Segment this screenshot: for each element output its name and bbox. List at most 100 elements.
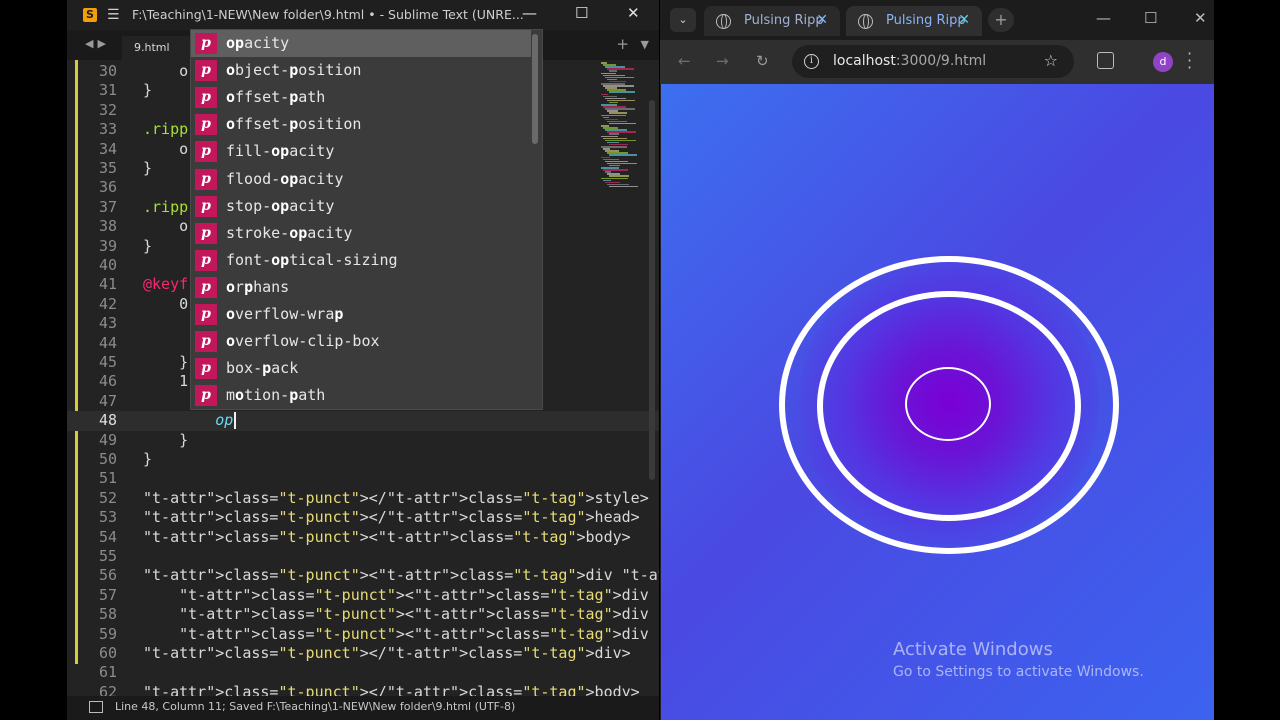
line-number: 34 xyxy=(98,139,117,158)
autocomplete-item[interactable]: p motion-path xyxy=(191,382,531,409)
forward-icon[interactable]: → xyxy=(716,52,729,70)
code-line[interactable]: 52 "t-attr">class="t-punct"></"t-attr">cl… xyxy=(67,489,659,508)
autocomplete-item[interactable]: p object-position xyxy=(191,57,531,84)
code-text: op xyxy=(143,411,237,430)
autocomplete-label: overflow-clip-box xyxy=(226,332,380,351)
extensions-icon[interactable] xyxy=(1097,52,1114,69)
autocomplete-item[interactable]: p box-pack xyxy=(191,355,531,382)
browser-tab-2[interactable]: Pulsing Ripp ✕ xyxy=(846,6,982,36)
autocomplete-item[interactable]: p offset-path xyxy=(191,84,531,111)
tab-search-icon[interactable]: ⌄ xyxy=(670,8,696,32)
browser-tabstrip: ⌄ Pulsing Ripp ✕ Pulsing Ripp ✕ + — ☐ ✕ xyxy=(660,0,1214,40)
code-line[interactable]: 59 "t-attr">class="t-punct"><"t-attr">cl… xyxy=(67,625,659,644)
bookmark-star-icon[interactable]: ☆ xyxy=(1044,51,1058,70)
maximize-icon[interactable]: ☐ xyxy=(575,4,588,22)
autocomplete-item[interactable]: p opacity xyxy=(191,30,531,57)
autocomplete-label: box-pack xyxy=(226,359,299,378)
code-line[interactable]: 49 } xyxy=(67,431,659,450)
hamburger-icon[interactable]: ☰ xyxy=(107,7,120,23)
maximize-icon[interactable]: ☐ xyxy=(1144,9,1157,27)
menu-more-icon[interactable]: · · · xyxy=(1187,46,1192,76)
minimize-icon[interactable]: — xyxy=(1096,9,1111,27)
editor-scrollbar[interactable] xyxy=(649,100,655,480)
property-kind-icon: p xyxy=(195,114,217,136)
autocomplete-item[interactable]: p orphans xyxy=(191,274,531,301)
code-line[interactable]: 55 xyxy=(67,547,659,566)
code-line[interactable]: 61 xyxy=(67,663,659,682)
minimize-icon[interactable]: — xyxy=(522,4,537,22)
autocomplete-item[interactable]: p fill-opacity xyxy=(191,138,531,165)
line-number: 58 xyxy=(98,605,117,624)
tab-dropdown-icon[interactable]: ▼ xyxy=(641,38,649,51)
property-kind-icon: p xyxy=(195,222,217,244)
code-text: } xyxy=(143,81,153,100)
autocomplete-label: opacity xyxy=(226,34,290,52)
profile-avatar[interactable]: d xyxy=(1153,52,1173,72)
code-text: "t-attr">class="t-punct"><"t-attr">class… xyxy=(143,566,659,585)
code-text: .ripp xyxy=(143,120,189,139)
code-line[interactable]: 50} xyxy=(67,450,659,469)
browser-toolbar: ← → ↻ i localhost:3000/9.html ☆ d · · · xyxy=(660,40,1214,84)
line-number: 41 xyxy=(98,275,117,294)
autocomplete-item[interactable]: p overflow-wrap xyxy=(191,301,531,328)
code-text: } xyxy=(143,159,153,177)
autocomplete-item[interactable]: p offset-position xyxy=(191,111,531,138)
back-icon[interactable]: ← xyxy=(678,52,691,70)
url-path: :3000/9.html xyxy=(895,53,987,69)
autocomplete-item[interactable]: p font-optical-sizing xyxy=(191,247,531,274)
code-text: } xyxy=(143,353,189,371)
close-icon[interactable]: ✕ xyxy=(627,4,640,22)
site-info-icon[interactable]: i xyxy=(804,54,819,69)
new-tab-icon[interactable]: + xyxy=(616,35,629,53)
line-number: 35 xyxy=(98,159,117,177)
code-line[interactable]: 60 "t-attr">class="t-punct"></"t-attr">cl… xyxy=(67,644,659,663)
line-number: 54 xyxy=(98,527,117,546)
code-line[interactable]: 54 "t-attr">class="t-punct"><"t-attr">cla… xyxy=(67,528,659,547)
autocomplete-label: offset-path xyxy=(226,88,326,107)
line-number: 55 xyxy=(98,547,117,565)
line-number: 32 xyxy=(98,100,117,119)
sublime-titlebar: S ☰ F:\Teaching\1-NEW\New folder\9.html … xyxy=(67,0,659,30)
autocomplete-item[interactable]: p stroke-opacity xyxy=(191,220,531,247)
line-number: 44 xyxy=(98,333,117,352)
property-kind-icon: p xyxy=(195,304,217,325)
close-icon[interactable]: ✕ xyxy=(1194,9,1207,27)
autocomplete-scrollbar[interactable] xyxy=(532,34,538,144)
code-text: 0 xyxy=(143,294,189,313)
tab-close-icon[interactable]: ✕ xyxy=(816,12,828,28)
code-text: 1 xyxy=(143,372,189,391)
property-kind-icon: p xyxy=(195,358,217,380)
code-line[interactable]: 58 "t-attr">class="t-punct"><"t-attr">cl… xyxy=(67,605,659,624)
activate-windows-watermark: Activate Windows Go to Settings to activ… xyxy=(893,639,1144,680)
new-tab-button[interactable]: + xyxy=(988,8,1014,32)
line-number: 42 xyxy=(98,294,117,313)
code-text: "t-attr">class="t-punct"><"t-attr">class… xyxy=(179,585,659,604)
autocomplete-item[interactable]: p stop-opacity xyxy=(191,193,531,220)
line-number: 57 xyxy=(98,585,117,604)
tab-close-icon[interactable]: ✕ xyxy=(958,12,970,28)
line-number: 48 xyxy=(98,411,117,430)
autocomplete-item[interactable]: p flood-opacity xyxy=(191,166,531,193)
tab-title: Pulsing Ripp xyxy=(886,13,966,28)
panel-toggle-icon[interactable] xyxy=(89,701,103,713)
tab-nav-arrows-icon[interactable]: ◀▶ xyxy=(85,37,110,50)
property-kind-icon: p xyxy=(195,195,217,217)
autocomplete-item[interactable]: p overflow-clip-box xyxy=(191,328,531,355)
page-viewport: Activate Windows Go to Settings to activ… xyxy=(661,84,1214,720)
address-bar[interactable]: i localhost:3000/9.html ☆ xyxy=(792,45,1074,78)
line-number: 46 xyxy=(98,372,117,391)
minimap[interactable] xyxy=(597,60,647,190)
status-bar: Line 48, Column 11; Saved F:\Teaching\1-… xyxy=(67,696,659,720)
code-line[interactable]: 57 "t-attr">class="t-punct"><"t-attr">cl… xyxy=(67,586,659,605)
line-number: 36 xyxy=(98,178,117,197)
code-line[interactable]: 51 xyxy=(67,469,659,488)
code-line[interactable]: 48 op xyxy=(67,411,659,431)
code-line[interactable]: 56 "t-attr">class="t-punct"><"t-attr">cla… xyxy=(67,566,659,585)
reload-icon[interactable]: ↻ xyxy=(756,52,769,70)
minimap-line xyxy=(609,185,638,188)
tab-title: Pulsing Ripp xyxy=(744,13,824,28)
code-text: } xyxy=(143,430,189,449)
browser-tab-1[interactable]: Pulsing Ripp ✕ xyxy=(704,6,840,36)
autocomplete-label: object-position xyxy=(226,61,362,80)
code-line[interactable]: 53 "t-attr">class="t-punct"></"t-attr">cl… xyxy=(67,508,659,527)
